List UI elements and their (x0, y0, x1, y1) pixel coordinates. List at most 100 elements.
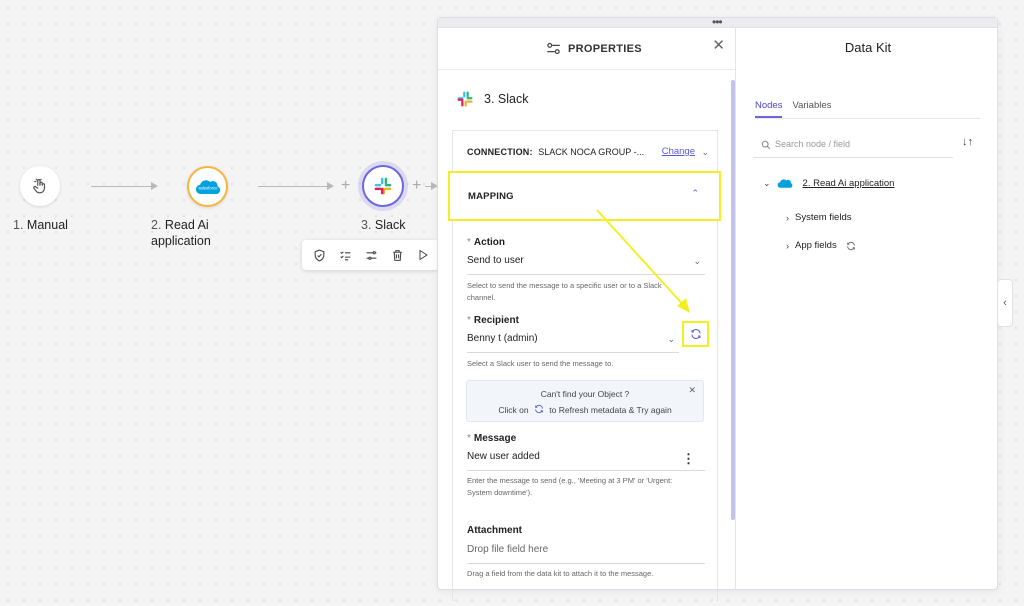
attachment-help: Drag a field from the data kit to attach… (467, 569, 654, 578)
chevron-down-icon[interactable]: ⌄ (701, 147, 709, 158)
properties-panel: ••• PROPERTIES ✕ 3. Slack CONNECTION: SL… (437, 16, 998, 601)
read-ai-node-circle[interactable]: salesforce (187, 166, 228, 207)
close-icon[interactable]: ✕ (688, 385, 696, 396)
flow-arrow (91, 182, 158, 190)
flow-arrow (425, 182, 438, 190)
chevron-right-icon[interactable]: › (786, 213, 789, 223)
tree-root-label[interactable]: 2. Read Ai application (803, 178, 895, 189)
properties-scrollbar[interactable] (731, 80, 735, 520)
drag-grip-icon[interactable]: ••• (712, 16, 723, 28)
connection-value: SLACK NOCA GROUP -... (538, 147, 645, 157)
mapping-label: MAPPING (468, 191, 514, 202)
action-value: Send to user (467, 255, 524, 266)
refresh-icon (691, 329, 700, 339)
svg-text:salesforce: salesforce (198, 185, 218, 190)
panel-drag-bar[interactable]: ••• (438, 16, 997, 28)
tree-node-system-fields[interactable]: › System fields (786, 212, 852, 223)
tree-child-label: System fields (795, 212, 852, 223)
trash-icon[interactable] (386, 244, 408, 266)
node-read-ai[interactable]: salesforce (187, 166, 228, 207)
node-toolbar (302, 240, 440, 270)
flow-arrow (258, 182, 334, 190)
tree-node-app-fields[interactable]: › App fields (786, 240, 856, 251)
action-label: * Action (467, 237, 506, 248)
collapse-handle[interactable]: ‹ (997, 279, 1013, 327)
manual-node-circle[interactable] (20, 166, 60, 206)
attachment-label: Attachment (467, 525, 523, 536)
message-value: New user added (467, 451, 540, 462)
node-number: 1. (13, 218, 24, 232)
node-read-ai-label: 2. Read Ai application (151, 217, 241, 249)
add-step-plus-icon[interactable]: + (341, 178, 350, 194)
message-label: * Message (467, 433, 517, 444)
refresh-metadata-button[interactable] (682, 321, 709, 347)
chevron-right-icon[interactable]: › (786, 241, 789, 251)
node-slack[interactable] (362, 165, 404, 207)
message-help: Enter the message to send (e.g., 'Meetin… (467, 476, 673, 497)
refresh-hint-text: Click on to Refresh metadata & Try again (498, 404, 672, 415)
chevron-up-icon[interactable]: ⌃ (691, 188, 699, 199)
node-number: 3. (361, 218, 372, 232)
node-name: Slack (374, 218, 406, 232)
recipient-label: * Recipient (467, 315, 519, 326)
properties-sliders-icon (547, 42, 560, 55)
node-name: Manual (26, 218, 68, 232)
tab-divider (755, 118, 980, 119)
add-step-plus-icon[interactable]: + (412, 178, 421, 194)
hand-pointer-icon (33, 178, 46, 194)
search-input[interactable]: Search node / field (753, 136, 953, 158)
refresh-hint-box: Can't find your Object ? Click on to Ref… (466, 380, 704, 422)
message-field[interactable]: New user added ⋮ (467, 451, 705, 471)
refresh-hint-title: Can't find your Object ? (540, 389, 630, 399)
recipient-value: Benny t (admin) (467, 333, 538, 344)
mapping-section-header[interactable]: MAPPING ⌃ (448, 171, 721, 221)
properties-column: PROPERTIES ✕ 3. Slack CONNECTION: SLACK … (438, 28, 736, 601)
action-help: Select to send the message to a specific… (467, 281, 662, 302)
slack-node-circle[interactable] (362, 165, 404, 207)
refresh-icon[interactable] (534, 404, 544, 414)
recipient-select[interactable]: Benny t (admin) ⌄ (467, 333, 679, 353)
recipient-help: Select a Slack user to send the message … (467, 359, 614, 368)
slack-icon (457, 91, 473, 107)
chevron-down-icon[interactable]: ⌄ (763, 178, 771, 189)
connection-label: CONNECTION: SLACK NOCA GROUP -... (467, 147, 644, 157)
more-vertical-icon[interactable]: ⋮ (682, 451, 695, 467)
refresh-icon[interactable] (846, 241, 856, 251)
checklist-icon[interactable] (334, 244, 356, 266)
tab-variables[interactable]: Variables (792, 100, 831, 118)
properties-title-text: PROPERTIES (568, 42, 642, 55)
data-kit-panel: Data Kit Nodes Variables Search node / f… (738, 28, 998, 590)
node-manual[interactable] (20, 166, 60, 206)
node-manual-label: 1. Manual (13, 217, 68, 233)
node-slack-label: 3. Slack (361, 217, 406, 233)
play-icon[interactable] (412, 244, 434, 266)
properties-header: PROPERTIES ✕ (438, 28, 735, 70)
node-number: 2. (151, 218, 162, 232)
tree-node-root[interactable]: ⌄ 2. Read Ai application (763, 178, 894, 189)
close-icon[interactable]: ✕ (712, 36, 725, 54)
chevron-down-icon: ⌄ (693, 256, 701, 266)
action-select[interactable]: Send to user ⌄ (467, 255, 705, 275)
data-kit-title: Data Kit (844, 40, 892, 55)
attachment-placeholder: Drop file field here (467, 544, 549, 555)
shield-check-icon[interactable] (308, 244, 330, 266)
sliders-icon[interactable] (360, 244, 382, 266)
connection-section: CONNECTION: SLACK NOCA GROUP -... Change… (452, 130, 718, 174)
data-kit-tabs: Nodes Variables (755, 100, 831, 118)
tab-nodes[interactable]: Nodes (755, 100, 783, 118)
attachment-dropzone[interactable]: Drop file field here (467, 544, 705, 564)
salesforce-icon (777, 179, 792, 188)
search-placeholder: Search node / field (775, 139, 851, 149)
node-title-text: 3. Slack (484, 92, 529, 106)
connection-label-text: CONNECTION: (467, 147, 533, 157)
properties-title: PROPERTIES (546, 42, 642, 55)
chevron-down-icon: ⌄ (667, 334, 675, 344)
node-title: 3. Slack (456, 90, 528, 108)
salesforce-icon: salesforce (195, 179, 220, 194)
search-icon (761, 140, 771, 150)
tree-child-label: App fields (795, 240, 837, 251)
chevron-left-icon: ‹ (1003, 297, 1007, 309)
sort-icon[interactable]: ↓↑ (962, 136, 973, 148)
change-connection-link[interactable]: Change (662, 146, 695, 157)
slack-icon (374, 177, 392, 195)
